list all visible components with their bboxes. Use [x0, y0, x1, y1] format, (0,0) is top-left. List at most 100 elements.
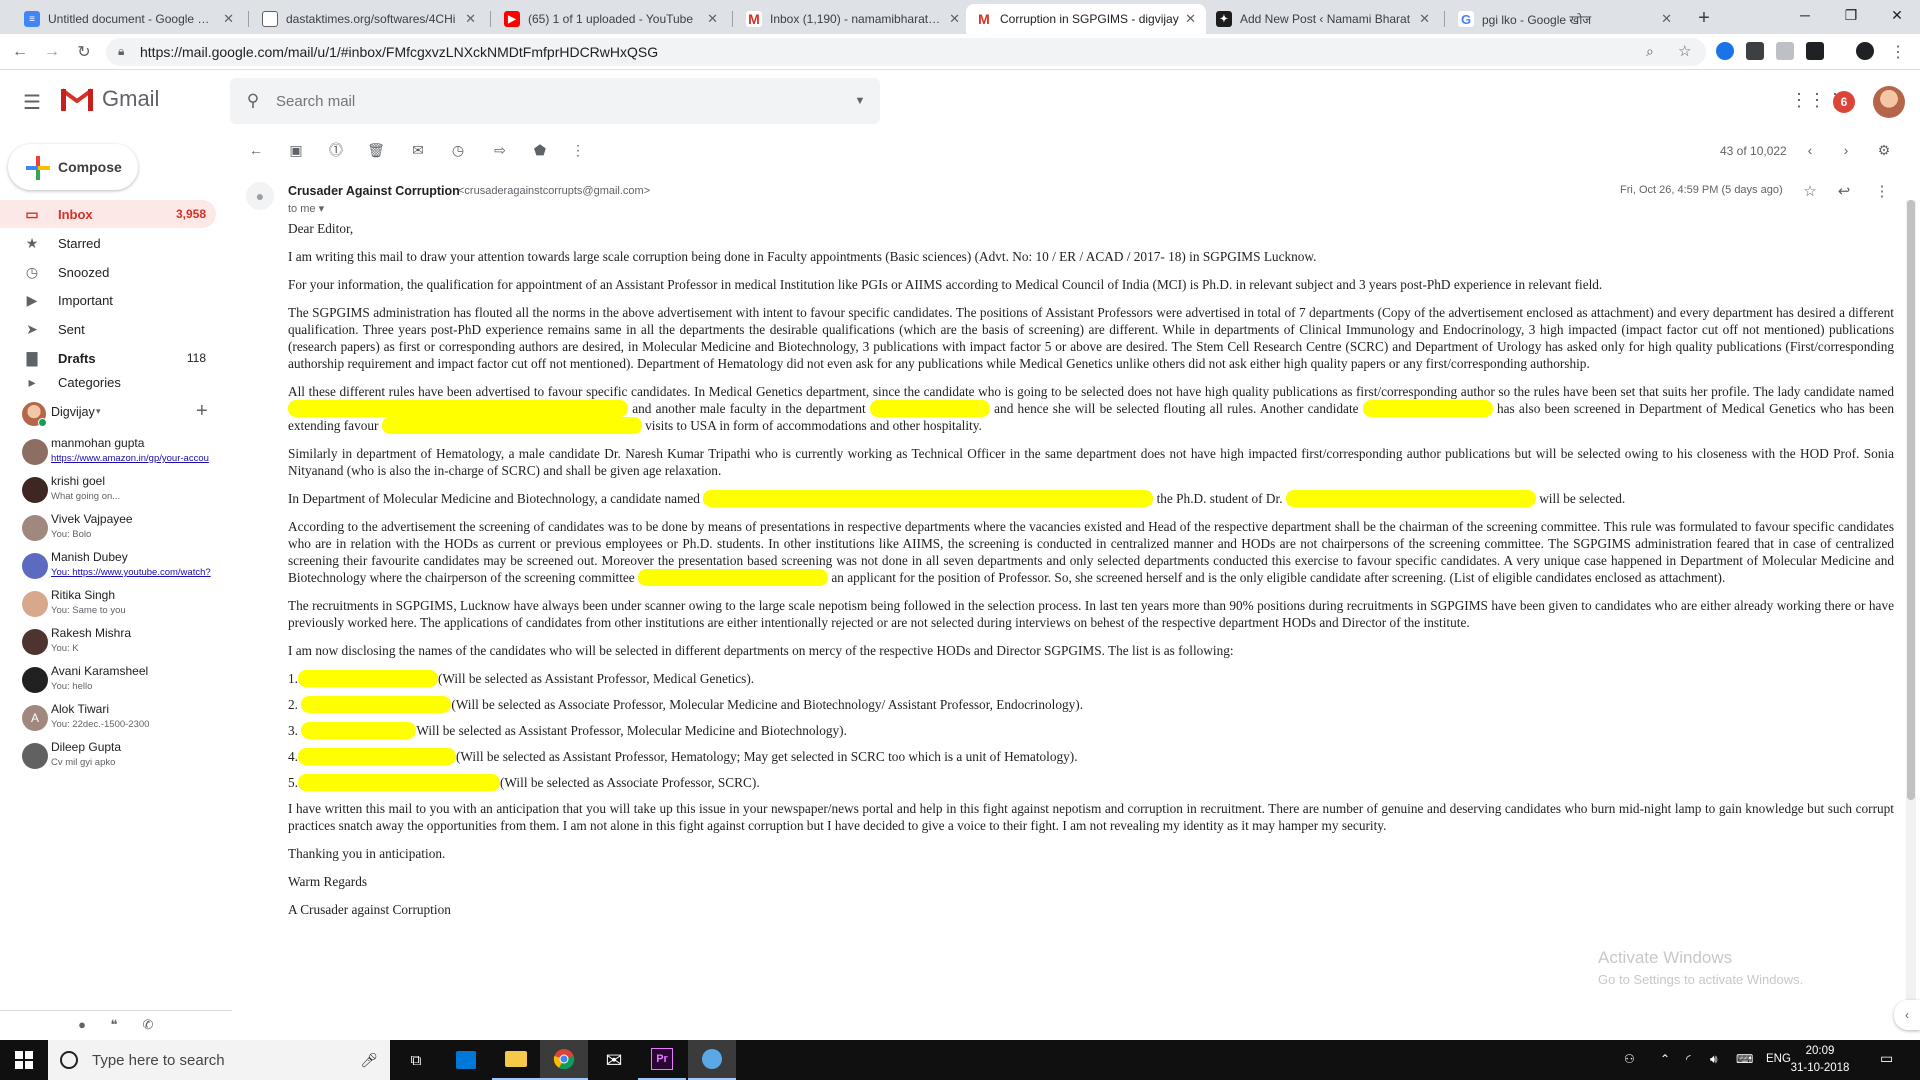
report-spam-icon[interactable]: ⓵: [326, 140, 346, 160]
browser-tab-dastaktimes[interactable]: dastaktimes.org/softwares/4CHi ✕: [252, 4, 486, 34]
address-bar[interactable]: 🔒︎ https://mail.google.com/mail/u/1/#inb…: [106, 38, 1706, 66]
back-icon[interactable]: ←: [8, 40, 32, 64]
close-tab-icon[interactable]: ✕: [707, 11, 718, 27]
hangouts-user-name[interactable]: Digvijay: [51, 405, 95, 419]
extension-icon[interactable]: [1776, 42, 1794, 60]
phone-icon[interactable]: ✆: [138, 1017, 158, 1037]
premiere-pro-icon[interactable]: Pr: [638, 1040, 686, 1080]
close-tab-icon[interactable]: ✕: [949, 11, 960, 27]
close-tab-icon[interactable]: ✕: [1185, 11, 1196, 27]
extension-icon[interactable]: [1746, 42, 1764, 60]
forward-icon[interactable]: →: [40, 40, 64, 64]
hangouts-icon[interactable]: ❝: [104, 1017, 124, 1037]
language-indicator[interactable]: ENG: [1766, 1053, 1791, 1065]
contact-status[interactable]: https://www.amazon.in/gp/your-accou: [51, 453, 226, 464]
close-tab-icon[interactable]: ✕: [1419, 11, 1430, 27]
mark-unread-icon[interactable]: ✉: [408, 140, 428, 160]
media-app-icon[interactable]: [688, 1040, 736, 1080]
hangouts-contact[interactable]: Dileep Gupta Cv mil gyi apko: [0, 738, 232, 776]
extension-icon[interactable]: [1806, 42, 1824, 60]
mail-icon[interactable]: ✉: [590, 1040, 638, 1080]
hangouts-contact[interactable]: A Alok Tiwari You: 22dec.-1500-2300: [0, 700, 232, 738]
message-scrollbar[interactable]: [1906, 200, 1916, 1025]
side-panel-toggle-icon[interactable]: ‹: [1894, 1000, 1920, 1030]
taskbar-search-box[interactable]: Type here to search 🎤︎: [48, 1040, 390, 1080]
store-icon[interactable]: [442, 1040, 490, 1080]
sidebar-item-categories[interactable]: ▸ Categories: [0, 372, 216, 392]
taskbar-clock[interactable]: 20:09 31-10-2018: [1790, 1043, 1850, 1077]
reload-icon[interactable]: ↻: [72, 40, 96, 64]
new-conversation-icon[interactable]: +: [196, 400, 208, 423]
settings-gear-icon[interactable]: ⚙: [1874, 140, 1894, 160]
compose-button[interactable]: Compose: [8, 144, 138, 190]
chevron-up-icon[interactable]: ⌃: [1660, 1052, 1670, 1066]
close-tab-icon[interactable]: ✕: [465, 11, 476, 27]
more-actions-icon[interactable]: ⋮: [568, 140, 588, 160]
minimize-icon[interactable]: ─: [1782, 0, 1828, 30]
browser-menu-icon[interactable]: ⋮: [1890, 42, 1906, 62]
hangouts-contact[interactable]: manmohan gupta https://www.amazon.in/gp/y…: [0, 434, 232, 472]
search-options-icon[interactable]: ▼: [840, 95, 880, 107]
delete-icon[interactable]: 🗑︎: [366, 140, 386, 160]
people-icon[interactable]: ⚇: [1624, 1052, 1635, 1066]
wifi-icon[interactable]: ◜: [1686, 1052, 1691, 1066]
sidebar-item-starred[interactable]: ★ Starred: [0, 229, 216, 257]
browser-tab-google-docs[interactable]: ≡ Untitled document - Google Doc ✕: [14, 4, 244, 34]
main-menu-icon[interactable]: ☰: [20, 90, 44, 114]
task-view-icon[interactable]: ⧉: [392, 1040, 440, 1080]
hangouts-contact[interactable]: Vivek Vajpayee You: Bolo: [0, 510, 232, 548]
recipient-line[interactable]: to me ▾: [288, 202, 324, 215]
hangouts-contact[interactable]: Avani Karamsheel You: hello: [0, 662, 232, 700]
scrollbar-thumb[interactable]: [1907, 200, 1915, 800]
new-tab-icon[interactable]: +: [1692, 6, 1716, 30]
microphone-icon[interactable]: 🎤︎: [360, 1052, 378, 1069]
contacts-icon[interactable]: ●: [72, 1017, 92, 1037]
notification-badge[interactable]: 6: [1833, 91, 1855, 113]
search-icon[interactable]: ⚲: [230, 91, 276, 111]
action-center-icon[interactable]: ▭: [1880, 1050, 1893, 1067]
file-explorer-icon[interactable]: [492, 1040, 540, 1080]
browser-tab-google-search[interactable]: G pgi lko - Google खोज ✕: [1448, 4, 1682, 34]
hangouts-contact[interactable]: Rakesh Mishra You: K: [0, 624, 232, 662]
browser-tab-inbox[interactable]: M Inbox (1,190) - namamibharat@g ✕: [736, 4, 970, 34]
previous-message-icon[interactable]: ‹: [1800, 140, 1820, 160]
snooze-icon[interactable]: ◷: [448, 140, 468, 160]
next-message-icon[interactable]: ›: [1836, 140, 1856, 160]
profile-icon[interactable]: [1856, 42, 1874, 60]
google-apps-icon[interactable]: ⋮⋮⋮: [1790, 90, 1844, 114]
volume-icon[interactable]: 🔊︎: [1710, 1052, 1718, 1067]
labels-icon[interactable]: ⬟: [530, 140, 550, 160]
gmail-logo[interactable]: Gmail: [60, 86, 159, 112]
sidebar-item-drafts[interactable]: ▇ Drafts 118: [0, 344, 216, 372]
keyboard-icon[interactable]: ⌨: [1736, 1052, 1753, 1066]
archive-icon[interactable]: ▣: [286, 140, 306, 160]
chrome-icon[interactable]: [540, 1040, 588, 1080]
sender-avatar[interactable]: ●: [246, 182, 274, 210]
star-icon[interactable]: ☆: [1800, 182, 1820, 202]
contact-status[interactable]: You: https://www.youtube.com/watch?: [51, 567, 226, 578]
account-avatar[interactable]: [1873, 86, 1905, 118]
close-tab-icon[interactable]: ✕: [1661, 11, 1672, 27]
sidebar-item-important[interactable]: ▶ Important: [0, 286, 216, 314]
reply-icon[interactable]: ↩: [1834, 182, 1854, 202]
zoom-icon[interactable]: ⌕: [1646, 43, 1654, 60]
hangouts-contact[interactable]: Manish Dubey You: https://www.youtube.com…: [0, 548, 232, 586]
hangouts-contact[interactable]: Ritika Singh You: Same to you: [0, 586, 232, 624]
sidebar-item-inbox[interactable]: ▭ Inbox 3,958: [0, 200, 216, 228]
browser-tab-corruption-email[interactable]: M Corruption in SGPGIMS - digvijay ✕: [966, 4, 1206, 34]
sender-name[interactable]: Crusader Against Corruption: [288, 184, 460, 198]
hangouts-contact[interactable]: krishi goel What going on...: [0, 472, 232, 510]
chevron-down-icon[interactable]: ▾: [96, 406, 101, 417]
more-options-icon[interactable]: ⋮: [1872, 182, 1892, 202]
sidebar-item-sent[interactable]: ➤ Sent: [0, 315, 216, 343]
search-input[interactable]: [276, 92, 840, 110]
back-to-inbox-icon[interactable]: ←: [246, 140, 266, 160]
bookmark-star-icon[interactable]: ☆: [1678, 42, 1691, 60]
browser-tab-add-new-post[interactable]: ✦ Add New Post ‹ Namami Bharat ✕: [1206, 4, 1440, 34]
close-window-icon[interactable]: ✕: [1874, 0, 1920, 30]
extension-icon[interactable]: [1716, 42, 1734, 60]
browser-tab-youtube[interactable]: ▶ (65) 1 of 1 uploaded - YouTube ✕: [494, 4, 728, 34]
windows-start-icon[interactable]: [0, 1040, 48, 1080]
sidebar-item-snoozed[interactable]: ◷ Snoozed: [0, 258, 216, 286]
close-tab-icon[interactable]: ✕: [223, 11, 234, 27]
